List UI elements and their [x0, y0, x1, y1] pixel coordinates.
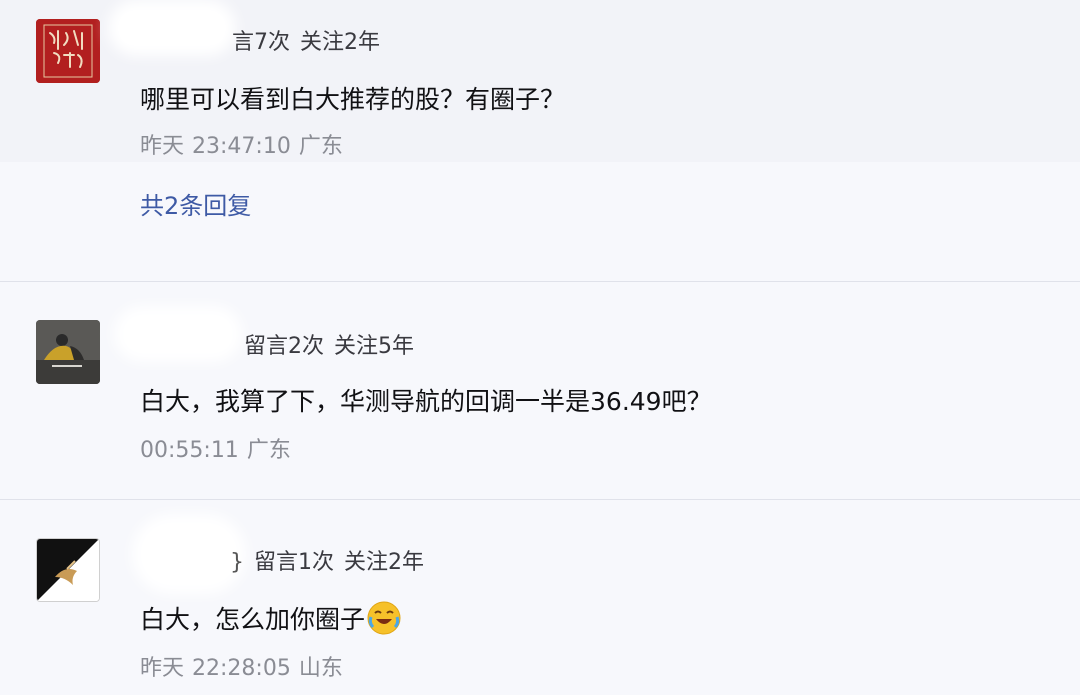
username-redacted: [142, 524, 236, 584]
comment-day: 昨天: [140, 656, 185, 681]
username-fragment: }: [230, 550, 244, 575]
comment-item: } 留言1次 关注2年 白大，怎么加你圈子 昨天 22:28:05 山东: [0, 500, 1080, 695]
comment-item: 言7次 关注2年 哪里可以看到白大推荐的股？有圈子？ 昨天 23:47:10 广东 共…: [0, 0, 1080, 282]
comment-text-line: 白大，怎么加你圈子: [140, 600, 401, 636]
comment-time: 22:28:05: [192, 656, 291, 681]
comment-time: 23:47:10: [192, 134, 291, 159]
laughing-crying-emoji-icon: [367, 601, 401, 635]
comment-text: 白大，我算了下，华测导航的回调一半是36.49吧？: [140, 387, 712, 416]
message-count: 留言2次: [244, 334, 324, 359]
comment-meta: 昨天 22:28:05 山东: [140, 650, 351, 682]
follow-years: 关注2年: [300, 30, 380, 55]
username-redacted: [124, 316, 232, 352]
user-stats: 言7次 关注2年: [232, 24, 390, 56]
comment-meta: 昨天 23:47:10 广东: [140, 128, 351, 160]
follow-years: 关注2年: [344, 550, 424, 575]
figure-photo-icon[interactable]: [36, 320, 100, 384]
username-redacted: [118, 10, 226, 46]
message-count: 留言1次: [254, 550, 334, 575]
comment-location: 广东: [298, 134, 343, 159]
comment-time: 00:55:11: [140, 438, 239, 463]
black-white-diagonal-icon[interactable]: [36, 538, 100, 602]
comment-text: 白大，怎么加你圈子: [140, 605, 366, 634]
comment-location: 山东: [298, 656, 343, 681]
comment-text: 哪里可以看到白大推荐的股？有圈子？: [140, 85, 566, 114]
view-replies-link[interactable]: 共2条回复: [140, 186, 251, 221]
user-stats: 留言2次 关注5年: [244, 328, 424, 360]
comment-meta: 00:55:11 广东: [140, 432, 299, 464]
comment-location: 广东: [246, 438, 291, 463]
user-stats: } 留言1次 关注2年: [230, 544, 434, 576]
comment-day: 昨天: [140, 134, 185, 159]
message-count: 言7次: [232, 30, 290, 55]
follow-years: 关注5年: [334, 334, 414, 359]
comment-item: 留言2次 关注5年 白大，我算了下，华测导航的回调一半是36.49吧？ 00:55…: [0, 282, 1080, 500]
calligraphy-seal-icon[interactable]: [36, 19, 100, 83]
